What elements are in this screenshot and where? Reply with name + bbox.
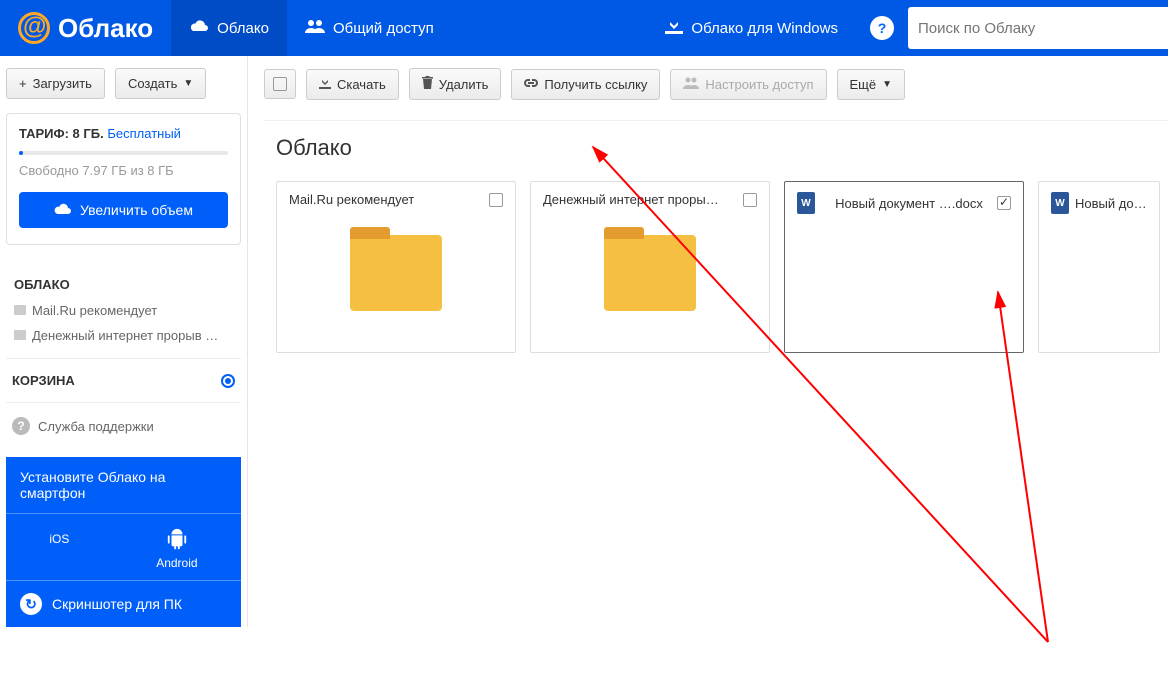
- select-all-checkbox[interactable]: [264, 69, 296, 99]
- download-button[interactable]: Скачать: [306, 69, 399, 100]
- create-button[interactable]: Создать ▼: [115, 68, 206, 99]
- nav-tab-shared[interactable]: Общий доступ: [287, 0, 452, 56]
- logo[interactable]: Облако: [0, 0, 171, 56]
- create-label: Создать: [128, 76, 177, 91]
- top-header: Облако Облако Общий доступ Облако для Wi…: [0, 0, 1168, 56]
- configure-access-button[interactable]: Настроить доступ: [670, 69, 826, 100]
- tariff-plan-link[interactable]: Бесплатный: [107, 126, 181, 141]
- file-card-docx[interactable]: W Новый докумен: [1038, 181, 1160, 353]
- platform-ios-label: iOS: [49, 532, 69, 546]
- sidebar-trash[interactable]: КОРЗИНА: [6, 358, 241, 403]
- support-label: Служба поддержки: [38, 419, 154, 434]
- platform-ios[interactable]: iOS: [49, 528, 69, 570]
- chevron-down-icon: ▼: [882, 79, 892, 90]
- file-name: Денежный интернет проры…: [543, 192, 719, 207]
- file-name: Новый докумен: [1075, 196, 1147, 211]
- upgrade-button[interactable]: Увеличить объем: [19, 192, 228, 228]
- promo-head: Установите Облако на смартфон: [6, 457, 241, 513]
- file-checkbox[interactable]: [489, 193, 503, 207]
- cloud-icon: [54, 202, 72, 218]
- help-circle-icon: ?: [12, 417, 30, 435]
- get-link-label: Получить ссылку: [544, 77, 647, 92]
- more-button[interactable]: Ещё ▼: [837, 69, 906, 100]
- delete-label: Удалить: [439, 77, 489, 92]
- nav-tab-cloud[interactable]: Облако: [171, 0, 287, 56]
- file-name: Новый документ ….docx: [835, 196, 983, 211]
- help-icon[interactable]: ?: [870, 16, 894, 40]
- trash-label: КОРЗИНА: [12, 373, 75, 388]
- platform-android[interactable]: Android: [156, 528, 197, 570]
- toolbar: Скачать Удалить Получить ссылку Настроит…: [264, 68, 1168, 100]
- download-icon: [319, 77, 331, 92]
- cloud-icon: [189, 19, 209, 37]
- main-panel: Скачать Удалить Получить ссылку Настроит…: [248, 56, 1168, 627]
- sidebar-section-cloud[interactable]: ОБЛАКО: [14, 277, 237, 292]
- sidebar-item-money[interactable]: Денежный интернет прорыв …: [10, 323, 237, 348]
- android-icon: [156, 528, 197, 550]
- get-link-button[interactable]: Получить ссылку: [511, 69, 660, 100]
- word-doc-icon: W: [1051, 192, 1069, 214]
- download-label: Скачать: [337, 77, 386, 92]
- file-name: Mail.Ru рекомендует: [289, 192, 414, 207]
- word-doc-icon: W: [797, 192, 815, 214]
- trash-indicator-icon: [221, 374, 235, 388]
- file-card-folder[interactable]: Денежный интернет проры…: [530, 181, 770, 353]
- breadcrumb-title: Облако: [264, 120, 1168, 181]
- nav-cloud-for-windows[interactable]: Облако для Windows: [647, 0, 856, 56]
- delete-button[interactable]: Удалить: [409, 68, 502, 100]
- file-checkbox[interactable]: [743, 193, 757, 207]
- plus-icon: +: [19, 76, 27, 91]
- upload-button[interactable]: + Загрузить: [6, 68, 105, 99]
- sidebar-item-recommends[interactable]: Mail.Ru рекомендует: [10, 298, 237, 323]
- nav-cloud-for-windows-label: Облако для Windows: [691, 20, 838, 37]
- sync-icon: ↻: [20, 593, 42, 615]
- logo-text: Облако: [58, 13, 153, 44]
- search-box[interactable]: [908, 7, 1168, 49]
- nav-tab-shared-label: Общий доступ: [333, 20, 434, 37]
- file-card-folder[interactable]: Mail.Ru рекомендует: [276, 181, 516, 353]
- file-checkbox[interactable]: [997, 196, 1011, 210]
- people-icon: [683, 77, 699, 92]
- free-space-text: Свободно 7.97 ГБ из 8 ГБ: [19, 163, 228, 178]
- folder-icon: [350, 235, 442, 311]
- upload-label: Загрузить: [33, 76, 92, 91]
- folder-icon: [604, 235, 696, 311]
- link-icon: [524, 77, 538, 92]
- chevron-down-icon: ▼: [183, 78, 193, 89]
- trash-icon: [422, 76, 433, 92]
- upgrade-label: Увеличить объем: [80, 202, 193, 218]
- tariff-card: ТАРИФ: 8 ГБ. Бесплатный Свободно 7.97 ГБ…: [6, 113, 241, 245]
- sidebar: + Загрузить Создать ▼ ТАРИФ: 8 ГБ. Беспл…: [0, 56, 248, 627]
- promo-screenshoter[interactable]: ↻ Скриншотер для ПК: [6, 580, 241, 627]
- platform-android-label: Android: [156, 556, 197, 570]
- tariff-label: ТАРИФ: 8 ГБ.: [19, 126, 104, 141]
- mailru-at-icon: [18, 12, 50, 44]
- screenshoter-label: Скриншотер для ПК: [52, 596, 182, 612]
- more-label: Ещё: [850, 77, 877, 92]
- download-icon: [665, 18, 683, 38]
- search-input[interactable]: [918, 20, 1158, 37]
- nav-tab-cloud-label: Облако: [217, 20, 269, 37]
- file-grid: Mail.Ru рекомендует Денежный интернет пр…: [264, 181, 1168, 353]
- storage-bar: [19, 151, 228, 155]
- sidebar-support[interactable]: ? Служба поддержки: [6, 403, 241, 449]
- people-icon: [305, 19, 325, 37]
- configure-access-label: Настроить доступ: [705, 77, 813, 92]
- file-card-docx[interactable]: W Новый документ ….docx: [784, 181, 1024, 353]
- promo-card: Установите Облако на смартфон iOS Androi…: [6, 457, 241, 627]
